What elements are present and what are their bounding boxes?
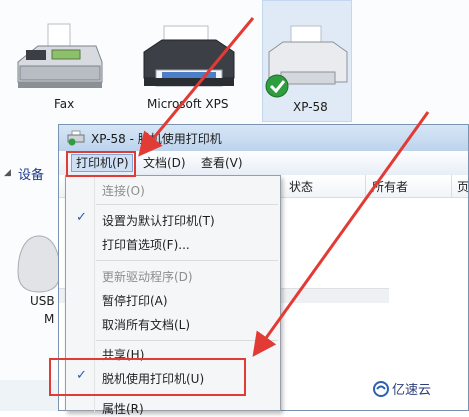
arrow-to-printer-menu (138, 17, 255, 157)
watermark-text: 亿速云 (392, 383, 432, 398)
annotation-arrows (138, 17, 430, 357)
arrow-to-use-offline (252, 111, 430, 357)
watermark-logo-icon (373, 381, 389, 397)
